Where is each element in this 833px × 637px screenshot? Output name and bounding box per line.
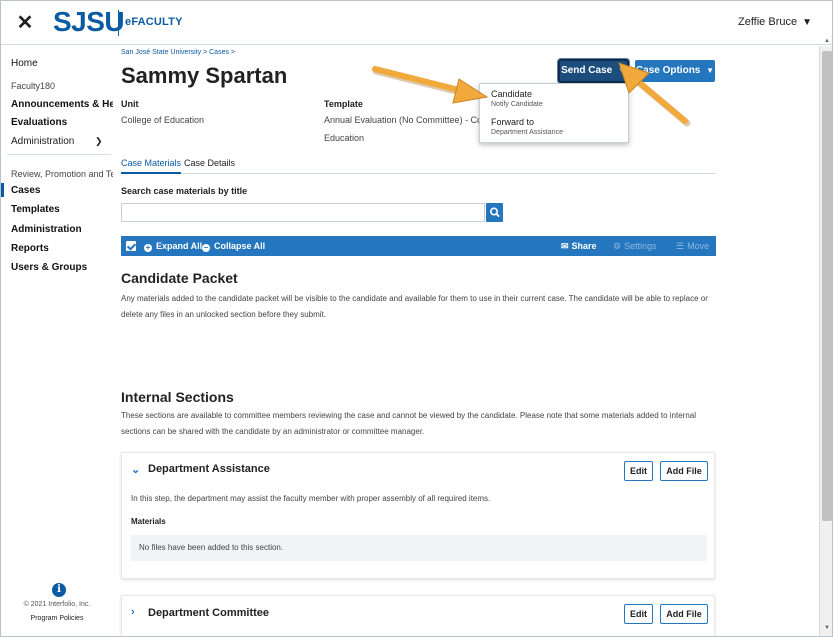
info-icon[interactable]: i bbox=[52, 583, 66, 597]
section-title[interactable]: Department Committee bbox=[148, 607, 269, 619]
section-card-department-committee: › Department Committee Edit Add File bbox=[121, 595, 715, 636]
candidate-packet-description: Any materials added to the candidate pac… bbox=[121, 294, 708, 319]
close-icon[interactable]: ✕ bbox=[15, 12, 35, 34]
copyright-text: © 2021 Interfolio, Inc. bbox=[23, 601, 91, 608]
sidebar-item-cases[interactable]: Cases bbox=[11, 185, 40, 196]
chevron-down-icon: ▼ bbox=[802, 17, 812, 28]
candidate-packet-heading: Candidate Packet bbox=[121, 270, 238, 286]
settings-button[interactable]: ⚙ Settings bbox=[613, 241, 657, 252]
breadcrumb[interactable]: San José State University > Cases > bbox=[121, 49, 235, 56]
collapse-all-label: Collapse All bbox=[214, 241, 266, 251]
add-file-button[interactable]: Add File bbox=[660, 604, 708, 624]
template-label: Template bbox=[324, 99, 363, 109]
tab-case-materials[interactable]: Case Materials bbox=[121, 158, 182, 174]
sidebar-item-users-groups[interactable]: Users & Groups bbox=[11, 262, 87, 273]
plus-icon: + bbox=[144, 243, 152, 252]
sidebar-item-announcements[interactable]: Announcements & Help bbox=[11, 99, 124, 110]
section-title[interactable]: Department Assistance bbox=[148, 463, 270, 475]
case-options-button[interactable]: Case Options ▼ bbox=[635, 60, 715, 82]
sidebar-section-faculty180: Faculty180 bbox=[11, 81, 56, 91]
chevron-down-icon: ❯ bbox=[95, 136, 103, 146]
edit-button[interactable]: Edit bbox=[624, 604, 653, 624]
sidebar-item-evaluations[interactable]: Evaluations bbox=[11, 117, 67, 128]
collapse-all-button[interactable]: − Collapse All bbox=[202, 241, 265, 252]
section-card-department-assistance: ⌄ Department Assistance Edit Add File In… bbox=[121, 452, 715, 579]
sidebar-item-administration[interactable]: Administration ❯ bbox=[11, 136, 103, 147]
dropdown-item-forward[interactable]: Forward to bbox=[491, 117, 534, 127]
sidebar-item-templates[interactable]: Templates bbox=[11, 204, 60, 215]
page-title: Sammy Spartan bbox=[121, 63, 288, 88]
move-button[interactable]: ☰ Move bbox=[676, 241, 709, 252]
efaculty-brand: eFACULTY bbox=[125, 16, 183, 28]
share-label: Share bbox=[571, 241, 597, 251]
search-button[interactable] bbox=[486, 203, 503, 222]
sidebar: Home Faculty180 Announcements & Help Eva… bbox=[1, 46, 133, 636]
expand-all-label: Expand All bbox=[156, 241, 203, 251]
share-button[interactable]: ✉ Share bbox=[561, 241, 597, 252]
tab-case-details[interactable]: Case Details bbox=[184, 158, 235, 168]
materials-toolbar: + Expand All − Collapse All ✉ Share ⚙ Settin… bbox=[121, 236, 716, 256]
settings-label: Settings bbox=[624, 241, 657, 251]
search-label: Search case materials by title bbox=[121, 186, 248, 196]
gear-icon: ⚙ bbox=[613, 241, 622, 251]
move-icon: ☰ bbox=[676, 241, 685, 251]
active-indicator bbox=[1, 183, 4, 197]
sjsu-logo: SJSU bbox=[53, 6, 125, 37]
unit-value: College of Education bbox=[121, 115, 205, 125]
send-case-label: Send Case bbox=[561, 65, 613, 76]
unit-label: Unit bbox=[121, 99, 139, 109]
internal-sections-heading: Internal Sections bbox=[121, 389, 234, 405]
empty-files-message: No files have been added to this section… bbox=[131, 535, 707, 561]
search-input[interactable] bbox=[121, 203, 485, 222]
scroll-up-icon[interactable]: ▲ bbox=[824, 38, 830, 44]
select-all-checkbox[interactable] bbox=[126, 241, 136, 251]
program-policies-link[interactable]: Program Policies bbox=[1, 615, 113, 622]
scrollbar-thumb[interactable] bbox=[822, 51, 832, 521]
logo-divider bbox=[118, 10, 119, 36]
user-menu[interactable]: Zeffie Bruce ▼ bbox=[738, 16, 812, 28]
tab-bar: Case Materials Case Details bbox=[121, 158, 716, 174]
dropdown-item-candidate[interactable]: Candidate bbox=[491, 89, 532, 99]
sidebar-item-administration-rpt[interactable]: Administration bbox=[11, 224, 82, 235]
sidebar-item-label: Administration bbox=[11, 136, 75, 147]
sidebar-divider bbox=[7, 154, 111, 155]
case-options-label: Case Options bbox=[635, 65, 701, 76]
sidebar-item-home[interactable]: Home bbox=[11, 58, 38, 69]
dropdown-item-candidate-sub[interactable]: Notify Candidate bbox=[491, 101, 543, 108]
send-case-dropdown: Candidate Notify Candidate Forward to De… bbox=[479, 83, 629, 143]
sidebar-item-reports[interactable]: Reports bbox=[11, 243, 49, 254]
scroll-down-icon[interactable]: ▼ bbox=[824, 625, 830, 631]
edit-button[interactable]: Edit bbox=[624, 461, 653, 481]
add-file-button[interactable]: Add File bbox=[660, 461, 708, 481]
chevron-down-icon: ▼ bbox=[706, 66, 715, 75]
search-icon bbox=[490, 207, 500, 218]
app-window: ✕ SJSU eFACULTY Zeffie Bruce ▼ Home Facul… bbox=[0, 0, 833, 637]
user-name: Zeffie Bruce bbox=[737, 16, 798, 28]
dropdown-item-forward-sub[interactable]: Department Assistance bbox=[491, 129, 563, 136]
envelope-icon: ✉ bbox=[561, 241, 569, 251]
template-value-cont: Education bbox=[324, 133, 365, 143]
expand-all-button[interactable]: + Expand All bbox=[144, 241, 202, 252]
main-content: San José State University > Cases > Samm… bbox=[113, 46, 819, 636]
materials-label: Materials bbox=[131, 517, 166, 526]
top-bar: ✕ SJSU eFACULTY Zeffie Bruce ▼ bbox=[1, 1, 832, 45]
section-description: In this step, the department may assist … bbox=[131, 494, 491, 503]
chevron-down-icon[interactable]: ⌄ bbox=[131, 463, 140, 476]
chevron-right-icon[interactable]: › bbox=[131, 606, 135, 618]
move-label: Move bbox=[687, 241, 710, 251]
minus-icon: − bbox=[202, 243, 210, 252]
internal-sections-description: These sections are available to committe… bbox=[121, 411, 696, 436]
send-case-button[interactable]: Send Case ▼ bbox=[558, 59, 629, 83]
vertical-scrollbar[interactable]: ▲ ▼ bbox=[819, 38, 832, 636]
chevron-down-icon: ▼ bbox=[618, 66, 626, 75]
